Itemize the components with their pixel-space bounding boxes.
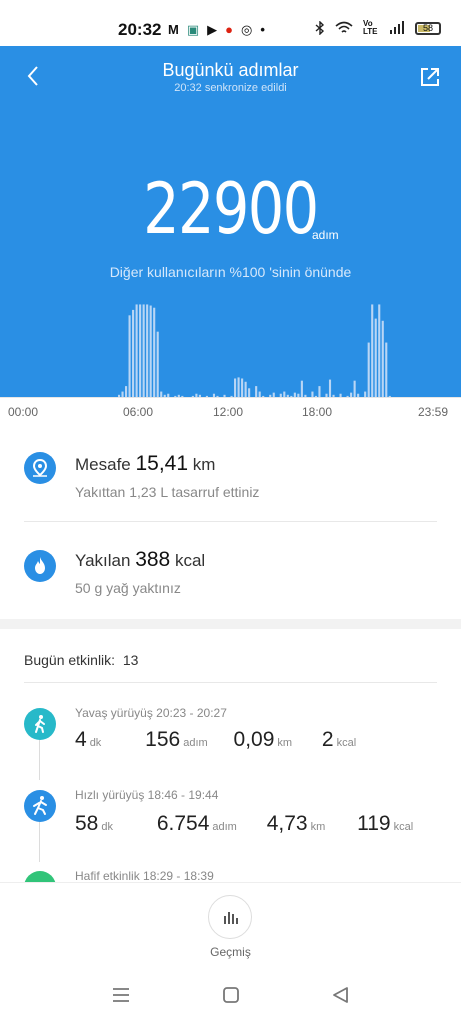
- chart-x-axis: 00:00 06:00 12:00 18:00 23:59: [0, 397, 461, 423]
- activity-name: Yavaş yürüyüş 20:23 - 20:27: [75, 706, 227, 720]
- notification-icon: M: [168, 22, 179, 37]
- history-label: Geçmiş: [210, 945, 251, 959]
- chart-bar: [374, 318, 377, 397]
- chart-bar: [125, 386, 128, 397]
- x-tick-label: 00:00: [8, 405, 39, 419]
- x-tick-label: 23:59: [418, 405, 449, 419]
- step-count-block: 22900 adım: [0, 168, 461, 250]
- volte-icon: Vo LTE: [363, 19, 378, 36]
- bar-chart-icon: [224, 912, 238, 924]
- activities-count: 13: [122, 652, 139, 668]
- flame-icon: [24, 550, 56, 582]
- history-button[interactable]: [208, 895, 252, 939]
- divider: [24, 682, 437, 683]
- notification-icons: M ▣ ▶ ● ◎ •: [168, 22, 265, 38]
- calories-desc: 50 g yağ yaktınız: [75, 580, 181, 596]
- chart-bar: [156, 331, 159, 397]
- notification-icon: •: [260, 22, 265, 37]
- chart-bar: [234, 378, 237, 397]
- activity-name: Hızlı yürüyüş 18:46 - 19:44: [75, 788, 219, 802]
- timeline-line: [39, 740, 40, 780]
- location-pin-icon: [24, 452, 56, 484]
- chart-bar: [381, 320, 384, 397]
- chart-bar: [318, 386, 321, 397]
- back-icon[interactable]: [332, 987, 350, 1003]
- sync-status: 20:32 senkronize edildi: [174, 82, 287, 94]
- wifi-icon: [335, 21, 353, 33]
- signal-icon: [390, 21, 404, 34]
- chart-bar: [139, 304, 142, 397]
- step-unit: adım: [312, 228, 339, 242]
- chart-bar: [385, 342, 388, 397]
- chart-bar: [149, 305, 152, 397]
- x-tick-label: 06:00: [123, 405, 154, 419]
- hourly-steps-chart: [117, 304, 391, 397]
- system-icons: Vo LTE 58: [315, 20, 441, 36]
- chart-bar: [248, 388, 251, 397]
- activity-item[interactable]: Hafif etkinlik 18:29 - 18:39: [0, 869, 461, 882]
- chart-bar: [244, 381, 247, 397]
- bluetooth-icon: [315, 21, 325, 35]
- notification-icon: ▶: [207, 22, 218, 37]
- activity-values: 58 dk 6.754 adım 4,73 km 119 kcal: [75, 812, 414, 835]
- activities-header: Bugün etkinlik: 13: [24, 652, 139, 668]
- chart-bar: [153, 307, 156, 397]
- notification-icon: ▣: [186, 22, 200, 37]
- x-tick-label: 18:00: [302, 405, 333, 419]
- chart-bar: [378, 304, 381, 397]
- calories-value: 388: [135, 548, 171, 571]
- calories-row[interactable]: Yakılan 388 kcal 50 g yağ yaktınız: [0, 522, 461, 618]
- battery-icon: 58: [415, 21, 441, 35]
- chart-bar: [135, 304, 138, 397]
- bottom-panel: Geçmiş: [0, 882, 461, 1024]
- menu-icon[interactable]: [112, 987, 130, 1003]
- step-count: 22900: [143, 168, 319, 250]
- status-time: 20:32: [118, 20, 162, 39]
- activity-values: 4 dk 156 adım 0,09 km 2 kcal: [75, 728, 357, 751]
- distance-value: 15,41: [135, 452, 189, 475]
- chart-bar: [371, 304, 374, 397]
- timeline-line: [39, 822, 40, 862]
- chart-bar: [132, 309, 135, 397]
- chart-bar: [328, 379, 332, 397]
- chart-bar: [353, 380, 356, 397]
- x-tick-label: 12:00: [213, 405, 244, 419]
- chart-bar: [255, 386, 258, 397]
- chart-bar: [142, 304, 145, 397]
- chart-bar: [241, 378, 244, 397]
- distance-row[interactable]: Mesafe 15,41 km Yakıttan 1,23 L tasarruf…: [0, 424, 461, 520]
- fast-walking-icon: [24, 790, 56, 822]
- rank-text: Diğer kullanıcıların %100 'sinin önünde: [109, 264, 352, 280]
- page-title: Bugünkü adımlar: [162, 60, 299, 80]
- section-separator: [0, 619, 461, 629]
- calories-label: Yakılan 388 kcal: [75, 548, 206, 571]
- chart-bar: [128, 315, 131, 397]
- chart-bar: [300, 380, 303, 397]
- notification-icon: ●: [225, 22, 233, 37]
- status-bar: 20:32 M ▣ ▶ ● ◎ • Vo LTE 58: [0, 0, 461, 46]
- distance-desc: Yakıttan 1,23 L tasarruf ettiniz: [75, 484, 260, 500]
- distance-label: Mesafe 15,41 km: [75, 452, 216, 475]
- chart-bar: [146, 304, 149, 397]
- walking-icon: [24, 708, 56, 740]
- chart-bar: [237, 377, 240, 397]
- light-activity-icon: [24, 871, 56, 882]
- top-bar: Bugünkü adımlar 20:32 senkronize edildi: [0, 46, 461, 106]
- share-icon[interactable]: [419, 66, 441, 88]
- notification-icon: ◎: [241, 22, 253, 37]
- home-icon[interactable]: [222, 987, 240, 1003]
- chart-bar: [367, 342, 370, 397]
- activity-name: Hafif etkinlik 18:29 - 18:39: [75, 869, 214, 882]
